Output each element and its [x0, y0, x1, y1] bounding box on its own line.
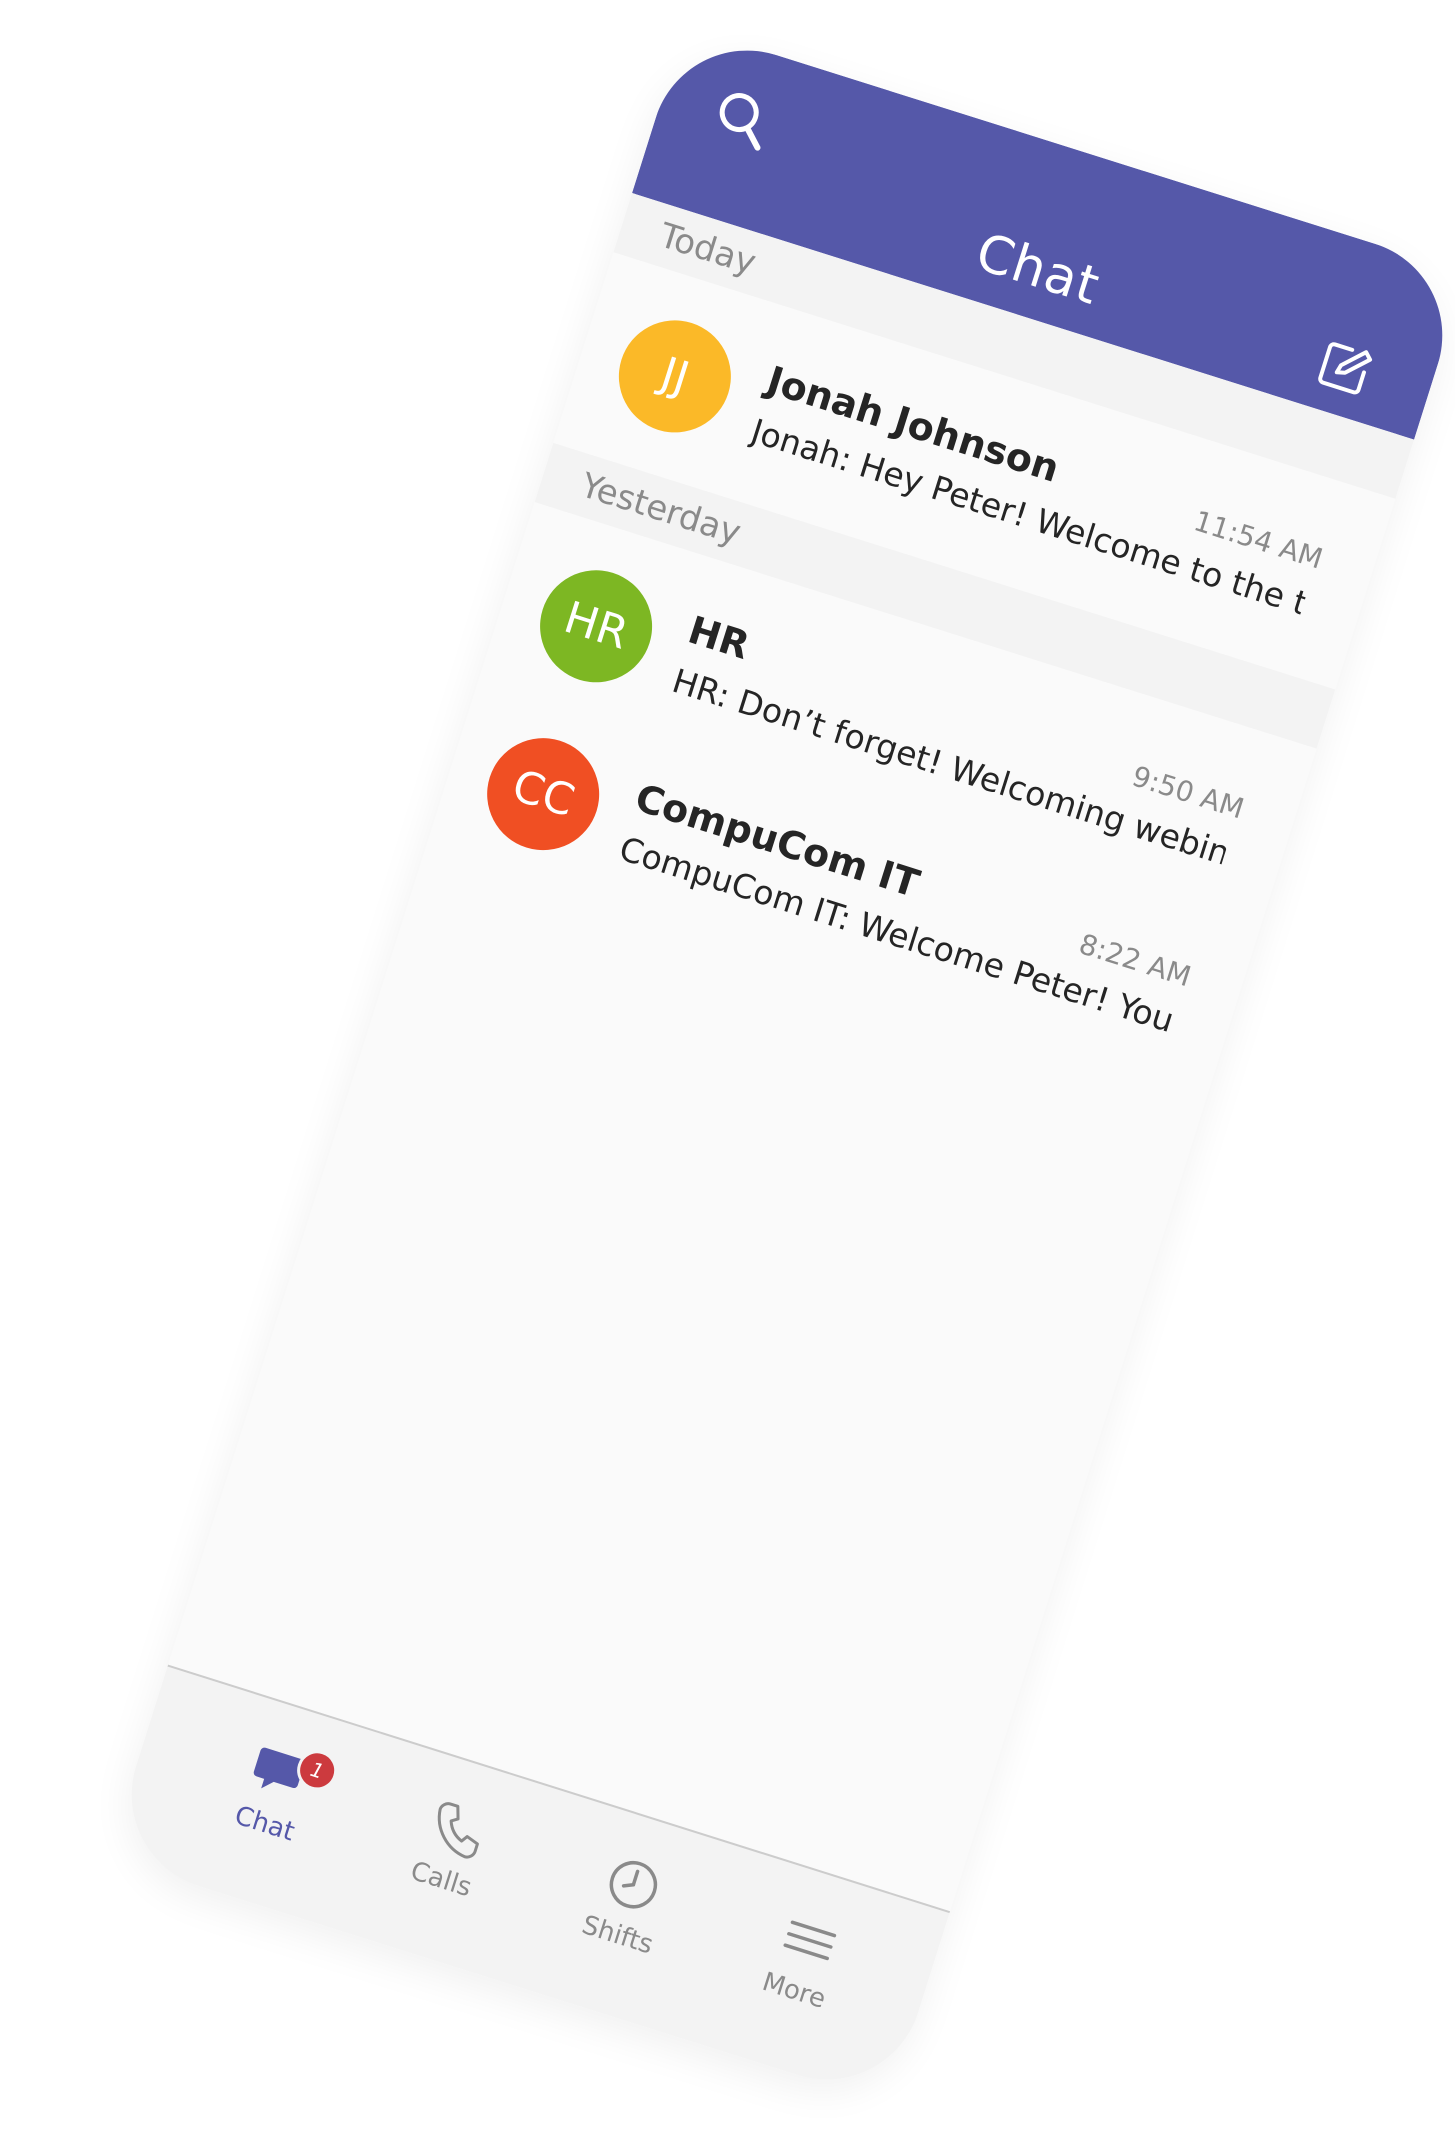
- avatar: CC: [472, 723, 614, 865]
- nav-item-more[interactable]: More: [704, 1887, 905, 2033]
- chat-name: HR: [683, 607, 755, 668]
- nav-item-calls[interactable]: Calls: [351, 1775, 552, 1921]
- bottom-nav: 1 Chat Calls Shifts More: [107, 1664, 951, 2104]
- clock-icon: [609, 1860, 658, 1909]
- nav-item-chat[interactable]: 1 Chat: [174, 1720, 375, 1866]
- avatar: HR: [525, 556, 667, 697]
- phone-frame: Chat Today JJ Jonah Johnson 11:54 AM Jon…: [107, 26, 1455, 2104]
- menu-icon: [783, 1920, 837, 1961]
- phone-icon: [437, 1802, 479, 1859]
- avatar: JJ: [604, 306, 746, 447]
- nav-item-shifts[interactable]: Shifts: [527, 1831, 728, 1977]
